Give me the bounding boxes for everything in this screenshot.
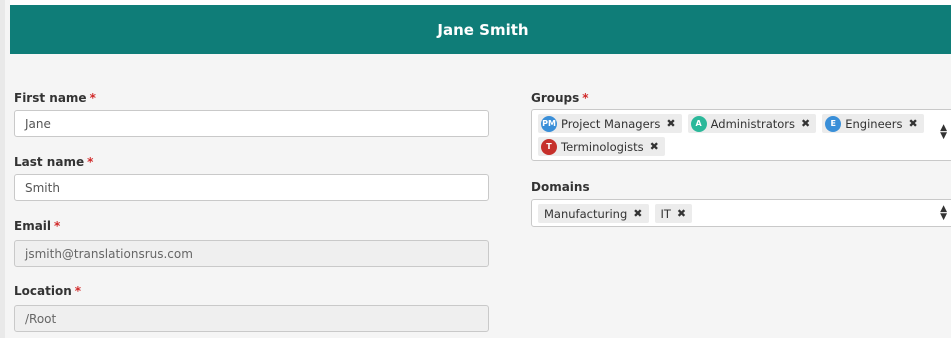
group-chip-administrators: A Administrators ✖ [687, 114, 817, 133]
groups-chip-list: PM Project Managers ✖ A Administrators ✖… [538, 114, 927, 156]
remove-icon[interactable]: ✖ [666, 117, 675, 130]
group-badge-e: E [825, 115, 842, 132]
groups-label: Groups * [531, 91, 589, 105]
location-field[interactable]: /Root [14, 305, 489, 332]
first-name-label: First name * [14, 91, 96, 105]
required-marker: * [89, 91, 96, 105]
email-field[interactable]: jsmith@translationsrus.com [14, 240, 489, 267]
location-label: Location * [14, 284, 82, 298]
user-edit-panel: Jane Smith First name * Jane Last name * S… [0, 0, 951, 338]
group-badge-pm: PM [541, 115, 557, 132]
domains-chip-list: Manufacturing ✖ IT ✖ [538, 204, 927, 223]
group-badge-t: T [541, 138, 557, 155]
remove-icon[interactable]: ✖ [633, 207, 642, 220]
email-label: Email * [14, 219, 61, 233]
last-name-label: Last name * [14, 155, 94, 169]
group-chip-terminologists: T Terminologists ✖ [538, 137, 665, 156]
remove-icon[interactable]: ✖ [908, 117, 917, 130]
group-chip-project-managers: PM Project Managers ✖ [538, 114, 682, 133]
sort-caret-icon[interactable]: ▲ ▼ [940, 205, 947, 222]
required-marker: * [582, 91, 589, 105]
remove-icon[interactable]: ✖ [801, 117, 810, 130]
required-marker: * [54, 219, 61, 233]
group-badge-a: A [690, 115, 707, 132]
required-marker: * [87, 155, 94, 169]
domain-chip-manufacturing: Manufacturing ✖ [538, 204, 649, 223]
panel-title: Jane Smith [437, 20, 529, 39]
groups-multiselect[interactable]: PM Project Managers ✖ A Administrators ✖… [531, 109, 951, 161]
sort-caret-icon[interactable]: ▲ ▼ [940, 124, 947, 141]
domain-chip-it: IT ✖ [654, 204, 693, 223]
domains-multiselect[interactable]: Manufacturing ✖ IT ✖ ▲ ▼ [531, 199, 951, 227]
group-chip-engineers: E Engineers ✖ [822, 114, 924, 133]
remove-icon[interactable]: ✖ [650, 140, 659, 153]
remove-icon[interactable]: ✖ [677, 207, 686, 220]
required-marker: * [74, 284, 82, 298]
domains-label: Domains [531, 180, 590, 194]
first-name-input[interactable]: Jane [14, 110, 489, 137]
panel-header: Jane Smith [10, 5, 951, 54]
last-name-input[interactable]: Smith [14, 174, 489, 201]
